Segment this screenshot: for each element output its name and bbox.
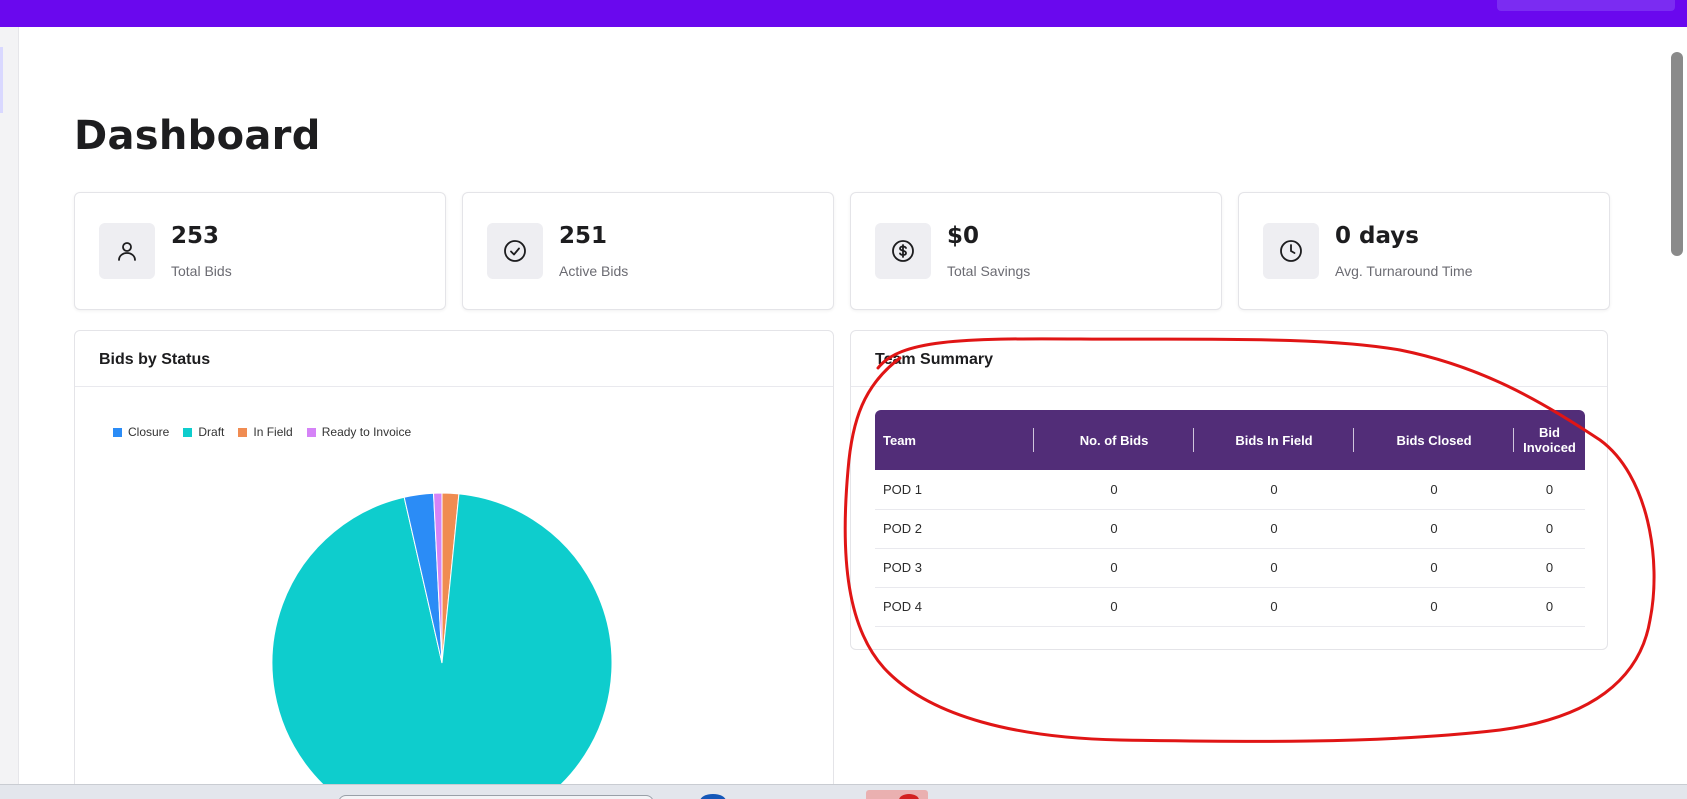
team-cell: POD 4 <box>875 587 1034 627</box>
table-cell: 0 <box>1514 548 1585 588</box>
panel-title: Team Summary <box>851 331 1607 387</box>
table-cell: 0 <box>1034 509 1194 549</box>
column-header[interactable]: Team <box>875 410 1034 470</box>
taskbar-search-box[interactable] <box>338 795 654 799</box>
taskbar-app-icon[interactable] <box>899 794 919 799</box>
vertical-scrollbar[interactable] <box>1667 27 1687 784</box>
table-cell: 0 <box>1514 509 1585 549</box>
table-cell: 0 <box>1194 470 1354 510</box>
stat-value: $0 <box>947 223 980 249</box>
check-circle-icon <box>487 223 543 279</box>
table-cell: 0 <box>1034 587 1194 627</box>
table-cell: 0 <box>1354 470 1514 510</box>
stat-card-avg-turnaround: 0 days Avg. Turnaround Time <box>1238 192 1610 310</box>
sidebar-rail <box>0 27 19 784</box>
stat-value: 253 <box>171 223 220 249</box>
table-cell: 0 <box>1034 470 1194 510</box>
sidebar-active-indicator[interactable] <box>0 47 3 113</box>
table-cell: 0 <box>1194 509 1354 549</box>
table-cell: 0 <box>1514 587 1585 627</box>
stat-label: Active Bids <box>559 263 629 279</box>
table-row[interactable]: POD 2 0 0 0 0 <box>875 509 1585 549</box>
stat-value: 0 days <box>1335 223 1419 249</box>
column-header[interactable]: No. of Bids <box>1034 410 1194 470</box>
team-cell: POD 1 <box>875 470 1034 510</box>
stat-card-active-bids: 251 Active Bids <box>462 192 834 310</box>
column-header[interactable]: Bid Invoiced <box>1514 410 1585 470</box>
stat-label: Total Savings <box>947 263 1031 279</box>
table-row[interactable]: POD 1 0 0 0 0 <box>875 470 1585 510</box>
taskbar-app-icon[interactable] <box>700 794 726 799</box>
bids-by-status-panel: Bids by Status Closure Draft In Field Ready… <box>74 330 834 784</box>
team-summary-panel: Team Summary Team No. of Bids Bids In Fi… <box>850 330 1608 650</box>
main-content: Dashboard 253 Total Bids 251 Active Bids… <box>19 27 1667 784</box>
column-header[interactable]: Bids Closed <box>1354 410 1514 470</box>
table-cell: 0 <box>1194 587 1354 627</box>
column-header[interactable]: Bids In Field <box>1194 410 1354 470</box>
stat-card-total-bids: 253 Total Bids <box>74 192 446 310</box>
topbar-account-button[interactable] <box>1497 0 1675 11</box>
table-cell: 0 <box>1354 587 1514 627</box>
table-cell: 0 <box>1354 548 1514 588</box>
table-row[interactable]: POD 4 0 0 0 0 <box>875 587 1585 627</box>
stat-value: 251 <box>559 223 608 249</box>
os-taskbar <box>0 784 1687 799</box>
page-title: Dashboard <box>74 113 321 159</box>
dollar-circle-icon <box>875 223 931 279</box>
pie-chart <box>271 492 613 784</box>
stat-label: Avg. Turnaround Time <box>1335 263 1473 279</box>
user-icon <box>99 223 155 279</box>
clock-icon <box>1263 223 1319 279</box>
table-cell: 0 <box>1514 470 1585 510</box>
top-navigation-bar <box>0 0 1687 27</box>
table-cell: 0 <box>1194 548 1354 588</box>
scrollbar-thumb[interactable] <box>1671 52 1683 256</box>
table-cell: 0 <box>1354 509 1514 549</box>
table-cell: 0 <box>1034 548 1194 588</box>
team-cell: POD 3 <box>875 548 1034 588</box>
team-summary-table: Team No. of Bids Bids In Field Bids Clos… <box>875 410 1585 627</box>
stat-card-total-savings: $0 Total Savings <box>850 192 1222 310</box>
table-row[interactable]: POD 3 0 0 0 0 <box>875 548 1585 588</box>
team-cell: POD 2 <box>875 509 1034 549</box>
stat-label: Total Bids <box>171 263 232 279</box>
